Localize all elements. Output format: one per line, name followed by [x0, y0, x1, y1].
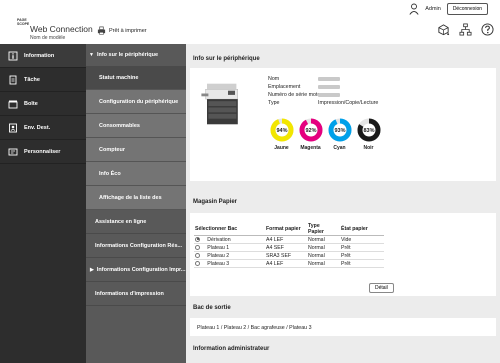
serial-number-value — [318, 93, 340, 97]
nav-item-customize[interactable]: Personnaliser — [0, 140, 86, 164]
subnav-network-config-info[interactable]: Informations Configuration Rés... — [86, 234, 186, 258]
triangle-down-icon: ▼ — [89, 52, 94, 58]
sub-navigation: ▼ Info sur le périphérique Statut machine… — [86, 44, 186, 363]
subnav-group-device-info[interactable]: ▼ Info sur le périphérique — [86, 44, 186, 66]
col-paper-state: État papier — [340, 223, 384, 236]
toner-ring: 93% — [328, 118, 351, 142]
subnav-online-help[interactable]: Assistance en ligne — [86, 210, 186, 234]
device-name-label: Nom — [268, 76, 280, 82]
subnav-item-list-display[interactable]: Affichage de la liste des — [86, 186, 186, 210]
subnav-item-machine-status[interactable]: Statut machine — [86, 66, 186, 90]
printer-icon — [97, 26, 106, 35]
col-select-tray: Sélectionner Bac — [194, 223, 265, 236]
subnav-item-consumables[interactable]: Consommables — [86, 114, 186, 138]
header: PAGE SCOPE Web Connection Nom de modèle … — [0, 0, 500, 44]
nav-item-box[interactable]: Boîte — [0, 92, 86, 116]
user-area: Admin Déconnexion — [409, 3, 488, 15]
table-header-row: Sélectionner Bac Format papier Type Papi… — [194, 223, 384, 236]
tray-radio[interactable] — [195, 252, 200, 258]
main-navigation: Information Tâche Boîte Env. Dest. Perso… — [0, 44, 86, 363]
paper-tray-table: Sélectionner Bac Format papier Type Papi… — [194, 223, 384, 268]
device-type-value: Impression/Copie/Lecture — [318, 100, 379, 106]
toner-percent: 92% — [305, 128, 316, 134]
toner-ring: 94% — [270, 118, 293, 142]
user-icon — [409, 3, 419, 15]
pagescope-logo: PAGE SCOPE — [17, 18, 30, 26]
detail-button[interactable]: Détail — [369, 283, 394, 293]
table-row[interactable]: Plateau 3 A4 LEF Normal Prêt — [194, 259, 384, 268]
toner-magenta: 92% Magenta — [298, 118, 323, 151]
model-name: Nom de modèle — [30, 35, 66, 41]
printer-machine-image — [201, 83, 238, 125]
box-icon — [8, 100, 18, 108]
admin-info-title: Information administrateur — [193, 346, 270, 352]
triangle-right-icon: ▶ — [90, 266, 94, 273]
toner-ring: 92% — [299, 118, 322, 142]
custom-icon — [8, 148, 18, 155]
subnav-printer-config-info[interactable]: ▶ Informations Configuration Impr... — [86, 258, 186, 282]
toner-black: 83% Noir — [356, 118, 381, 151]
table-row[interactable]: Plateau 1 A4 SEF Normal Prêt — [194, 243, 384, 252]
nav-item-address[interactable]: Env. Dest. — [0, 116, 86, 140]
subnav-print-info[interactable]: Informations d'impression — [86, 282, 186, 306]
toner-ring: 83% — [357, 118, 380, 142]
sitemap-icon[interactable] — [459, 23, 472, 36]
device-location-label: Emplacement — [268, 84, 301, 90]
tool-icons — [437, 23, 494, 36]
printer-status-text: Prêt à imprimer — [109, 27, 147, 34]
toner-percent: 83% — [363, 128, 374, 134]
nav-item-information[interactable]: Information — [0, 44, 86, 68]
device-location-value — [318, 85, 340, 89]
device-info-title: Info sur le périphérique — [193, 56, 260, 62]
subnav-item-counter[interactable]: Compteur — [86, 138, 186, 162]
job-icon — [9, 75, 17, 84]
device-type-label: Type — [268, 100, 280, 106]
logout-button[interactable]: Déconnexion — [446, 3, 488, 15]
col-paper-format: Format papier — [265, 223, 307, 236]
toner-cyan: 93% Cyan — [327, 118, 352, 151]
user-name: Admin — [425, 6, 441, 12]
table-row[interactable]: Dérivation A4 LEF Normal Vide — [194, 235, 384, 244]
output-tray-title: Bac de sortie — [193, 305, 231, 311]
info-icon — [8, 51, 18, 60]
tray-radio[interactable] — [195, 236, 200, 242]
serial-number-label: Numéro de série moteur — [268, 92, 326, 98]
subnav-item-device-config[interactable]: Configuration du périphérique — [86, 90, 186, 114]
device-name-value — [318, 77, 340, 81]
col-paper-type: Type Papier — [307, 223, 340, 236]
subnav-item-eco-info[interactable]: Info Éco — [86, 162, 186, 186]
printer-status: Prêt à imprimer — [97, 26, 147, 35]
help-icon[interactable] — [481, 23, 494, 36]
app-title: Web Connection — [30, 24, 93, 34]
table-row[interactable]: Plateau 2 SRA3 SEF Normal Prêt — [194, 251, 384, 260]
toner-yellow: 94% Jaune — [269, 118, 294, 151]
toner-percent: 94% — [276, 128, 287, 134]
refresh-icon[interactable] — [437, 23, 450, 36]
tray-radio[interactable] — [195, 260, 200, 266]
tray-radio[interactable] — [195, 244, 200, 250]
toner-percent: 93% — [334, 128, 345, 134]
nav-item-job[interactable]: Tâche — [0, 68, 86, 92]
address-icon — [9, 123, 17, 132]
paper-tray-title: Magasin Papier — [193, 199, 238, 205]
toner-levels: 94% Jaune 92% Magenta 93% Cyan 83% Noir — [269, 118, 381, 151]
output-tray-text: Plateau 1 / Plateau 2 / Bac agrafeuse / … — [197, 325, 312, 331]
